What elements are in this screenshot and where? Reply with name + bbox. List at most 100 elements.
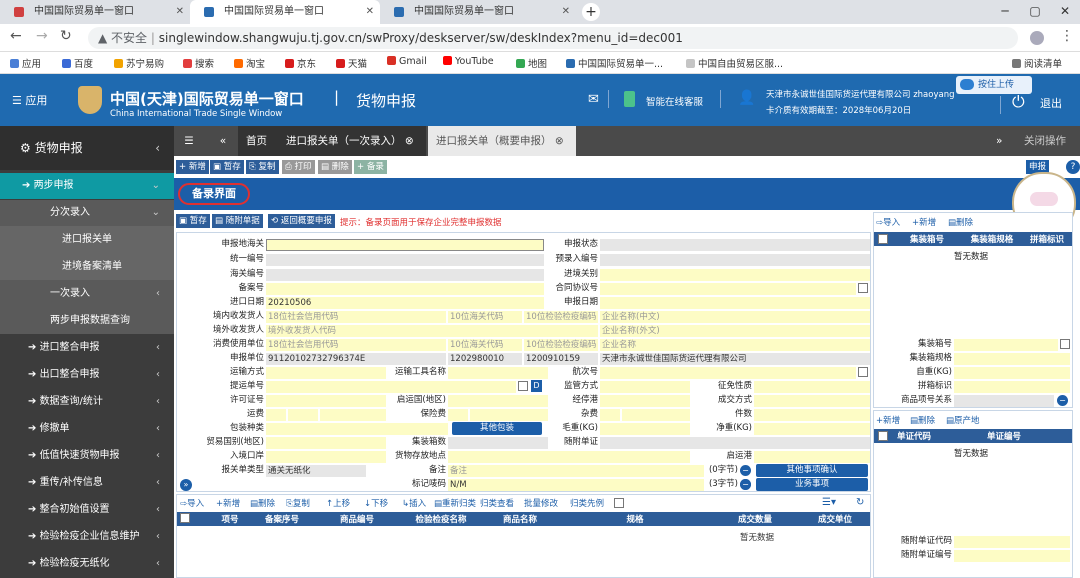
scroll-left-icon[interactable]: « bbox=[208, 126, 238, 156]
attachments-button[interactable]: ▤ 随附单据 bbox=[212, 214, 263, 228]
consumer-credit-input[interactable]: 18位社会信用代码 bbox=[266, 339, 446, 351]
net-input[interactable] bbox=[754, 423, 870, 435]
origin-country-input[interactable] bbox=[448, 395, 548, 407]
copy-button[interactable]: ⎘ 复制 bbox=[246, 160, 279, 174]
other-pack-button[interactable]: 其他包装 bbox=[452, 422, 542, 435]
consignee-customs-input[interactable]: 10位海关代码 bbox=[448, 311, 522, 323]
scroll-right-icon[interactable]: » bbox=[988, 126, 1008, 156]
move-up-button[interactable]: ↑上移 bbox=[326, 497, 350, 509]
sidebar-item-partial-entry[interactable]: 分次录入 ⌄ bbox=[0, 200, 174, 226]
mail-icon[interactable]: ✉ bbox=[588, 92, 599, 107]
customs-input[interactable] bbox=[266, 239, 544, 251]
expand-icon[interactable]: » bbox=[180, 479, 192, 491]
power-icon[interactable]: ⏻ bbox=[1012, 92, 1025, 112]
add-button[interactable]: +新增 bbox=[912, 216, 936, 228]
origin-button[interactable]: ▤原产地 bbox=[946, 414, 980, 426]
gross-input[interactable] bbox=[600, 423, 690, 435]
declare-date-input[interactable] bbox=[600, 297, 870, 309]
misc-rate-input[interactable] bbox=[622, 409, 690, 421]
goods-checkbox[interactable] bbox=[614, 498, 624, 508]
lcl-flag-input[interactable] bbox=[954, 381, 1070, 393]
import-button[interactable]: ⇨导入 bbox=[876, 216, 900, 228]
sidebar-item-low-value[interactable]: ➔ 低值快速货物申报 ‹ bbox=[0, 442, 174, 469]
freight-mark-input[interactable] bbox=[266, 409, 286, 421]
browser-tab[interactable]: 中国国际贸易单一窗口 ✕ bbox=[0, 0, 190, 24]
minus-icon[interactable]: − bbox=[740, 465, 751, 476]
sidebar-item-import-integrated[interactable]: ➔ 进口整合申报 ‹ bbox=[0, 334, 174, 361]
bill-no-input[interactable] bbox=[266, 381, 516, 393]
sidebar-item-ciq-maintenance[interactable]: ➔ 检验检疫企业信息维护 ‹ bbox=[0, 523, 174, 550]
sidebar-item-one-time-entry[interactable]: 一次录入 ‹ bbox=[0, 280, 174, 307]
container-checkbox[interactable] bbox=[1060, 339, 1070, 349]
deal-mode-input[interactable] bbox=[754, 395, 870, 407]
overseas-code-input[interactable]: 境外收发货人代码 bbox=[266, 325, 598, 337]
maximize-button[interactable]: ▢ bbox=[1020, 0, 1050, 22]
consumer-customs-input[interactable]: 10位海关代码 bbox=[448, 339, 522, 351]
voyage-checkbox[interactable] bbox=[858, 367, 868, 377]
delete-button[interactable]: ▤ 删除 bbox=[318, 160, 352, 174]
freight-currency-input[interactable] bbox=[320, 409, 386, 421]
bookmark[interactable]: 中国自由贸易区服... bbox=[686, 56, 783, 70]
bookmark[interactable]: 京东 bbox=[285, 56, 316, 70]
batch-edit-button[interactable]: 批量修改 bbox=[524, 497, 558, 509]
sidebar-item-entry-list[interactable]: 进境备案清单 bbox=[0, 253, 174, 280]
menu-icon[interactable]: ⋮ bbox=[1060, 28, 1074, 44]
contract-checkbox[interactable] bbox=[858, 283, 868, 293]
bookmark[interactable]: 天猫 bbox=[336, 56, 367, 70]
save-draft-button[interactable]: ▣ 暂存 bbox=[176, 214, 210, 228]
packages-input[interactable] bbox=[754, 409, 870, 421]
sidebar-item-initial-settings[interactable]: ➔ 整合初始值设置 ‹ bbox=[0, 496, 174, 523]
close-tab-icon[interactable]: ✕ bbox=[562, 0, 570, 24]
sidebar-item-query[interactable]: 两步申报数据查询 bbox=[0, 307, 174, 334]
close-window-button[interactable]: ✕ bbox=[1050, 0, 1080, 22]
consignee-credit-input[interactable]: 18位社会信用代码 bbox=[266, 311, 446, 323]
reclassify-button[interactable]: ▤重新归类 bbox=[434, 497, 476, 509]
via-port-input[interactable] bbox=[600, 395, 690, 407]
bookmark[interactable]: 地图 bbox=[516, 56, 547, 70]
overseas-name-input[interactable]: 企业名称(外文) bbox=[600, 325, 870, 337]
refresh-icon[interactable]: ↻ bbox=[856, 497, 864, 508]
contract-no-input[interactable] bbox=[600, 283, 856, 295]
supervision-input[interactable] bbox=[600, 381, 690, 393]
entry-port-2-input[interactable] bbox=[266, 451, 386, 463]
container-spec-input[interactable] bbox=[954, 353, 1070, 365]
consignee-ciq-input[interactable]: 10位检验检疫编码 bbox=[524, 311, 598, 323]
url-field[interactable]: ▲ 不安全 | singlewindow.shangwuju.tj.gov.cn… bbox=[88, 27, 1018, 49]
close-icon[interactable]: ⊗ bbox=[405, 135, 414, 147]
bookmark[interactable]: 中国国际贸易单一... bbox=[566, 56, 663, 70]
classification-precedent-button[interactable]: 归类先例 bbox=[570, 497, 604, 509]
backup-entry-button[interactable]: + 备录 bbox=[354, 160, 387, 174]
close-icon[interactable]: ⊗ bbox=[555, 135, 564, 147]
browser-tab-active[interactable]: 中国国际贸易单一窗口 ✕ bbox=[190, 0, 380, 24]
minimize-button[interactable]: ─ bbox=[990, 0, 1020, 22]
consumer-name-input[interactable]: 企业名称 bbox=[600, 339, 870, 351]
collapse-menu-icon[interactable]: ☰ bbox=[174, 126, 204, 156]
freight-rate-input[interactable] bbox=[288, 409, 318, 421]
pack-type-input[interactable] bbox=[266, 423, 448, 435]
tab-import-one-time[interactable]: 进口报关单（一次录入） ⊗ bbox=[278, 126, 426, 156]
select-all-checkbox[interactable] bbox=[878, 431, 888, 441]
add-button[interactable]: +新增 bbox=[876, 414, 900, 426]
minus-icon[interactable]: − bbox=[740, 479, 751, 490]
import-button[interactable]: ⇨导入 bbox=[180, 497, 204, 509]
license-input[interactable] bbox=[266, 395, 386, 407]
sidebar-item-export-integrated[interactable]: ➔ 出口整合申报 ‹ bbox=[0, 361, 174, 388]
close-tab-icon[interactable]: ✕ bbox=[366, 0, 374, 24]
doc-code-input[interactable] bbox=[954, 536, 1070, 548]
select-all-checkbox[interactable] bbox=[878, 234, 888, 244]
back-summary-button[interactable]: ⟲ 返回概要申报 bbox=[268, 214, 335, 228]
reload-icon[interactable]: ↻ bbox=[60, 28, 72, 44]
consumer-ciq-input[interactable]: 10位检验检疫编码 bbox=[524, 339, 598, 351]
delete-button[interactable]: ▤删除 bbox=[910, 414, 935, 426]
doc-no-input[interactable] bbox=[954, 550, 1070, 562]
help-icon[interactable]: ? bbox=[1066, 160, 1080, 174]
tare-weight-input[interactable] bbox=[954, 367, 1070, 379]
add-button[interactable]: +新增 bbox=[216, 497, 240, 509]
bookmark[interactable]: 搜索 bbox=[183, 56, 214, 70]
view-classification-button[interactable]: 归类查看 bbox=[480, 497, 514, 509]
tab-import-summary[interactable]: 进口报关单（概要申报） ⊗ bbox=[428, 126, 576, 156]
sidebar-item-import-declaration[interactable]: 进口报关单 bbox=[0, 226, 174, 253]
insurance-mark-input[interactable] bbox=[448, 409, 468, 421]
tab-home[interactable]: 首页 bbox=[238, 126, 278, 156]
d-button[interactable]: D bbox=[531, 380, 542, 392]
